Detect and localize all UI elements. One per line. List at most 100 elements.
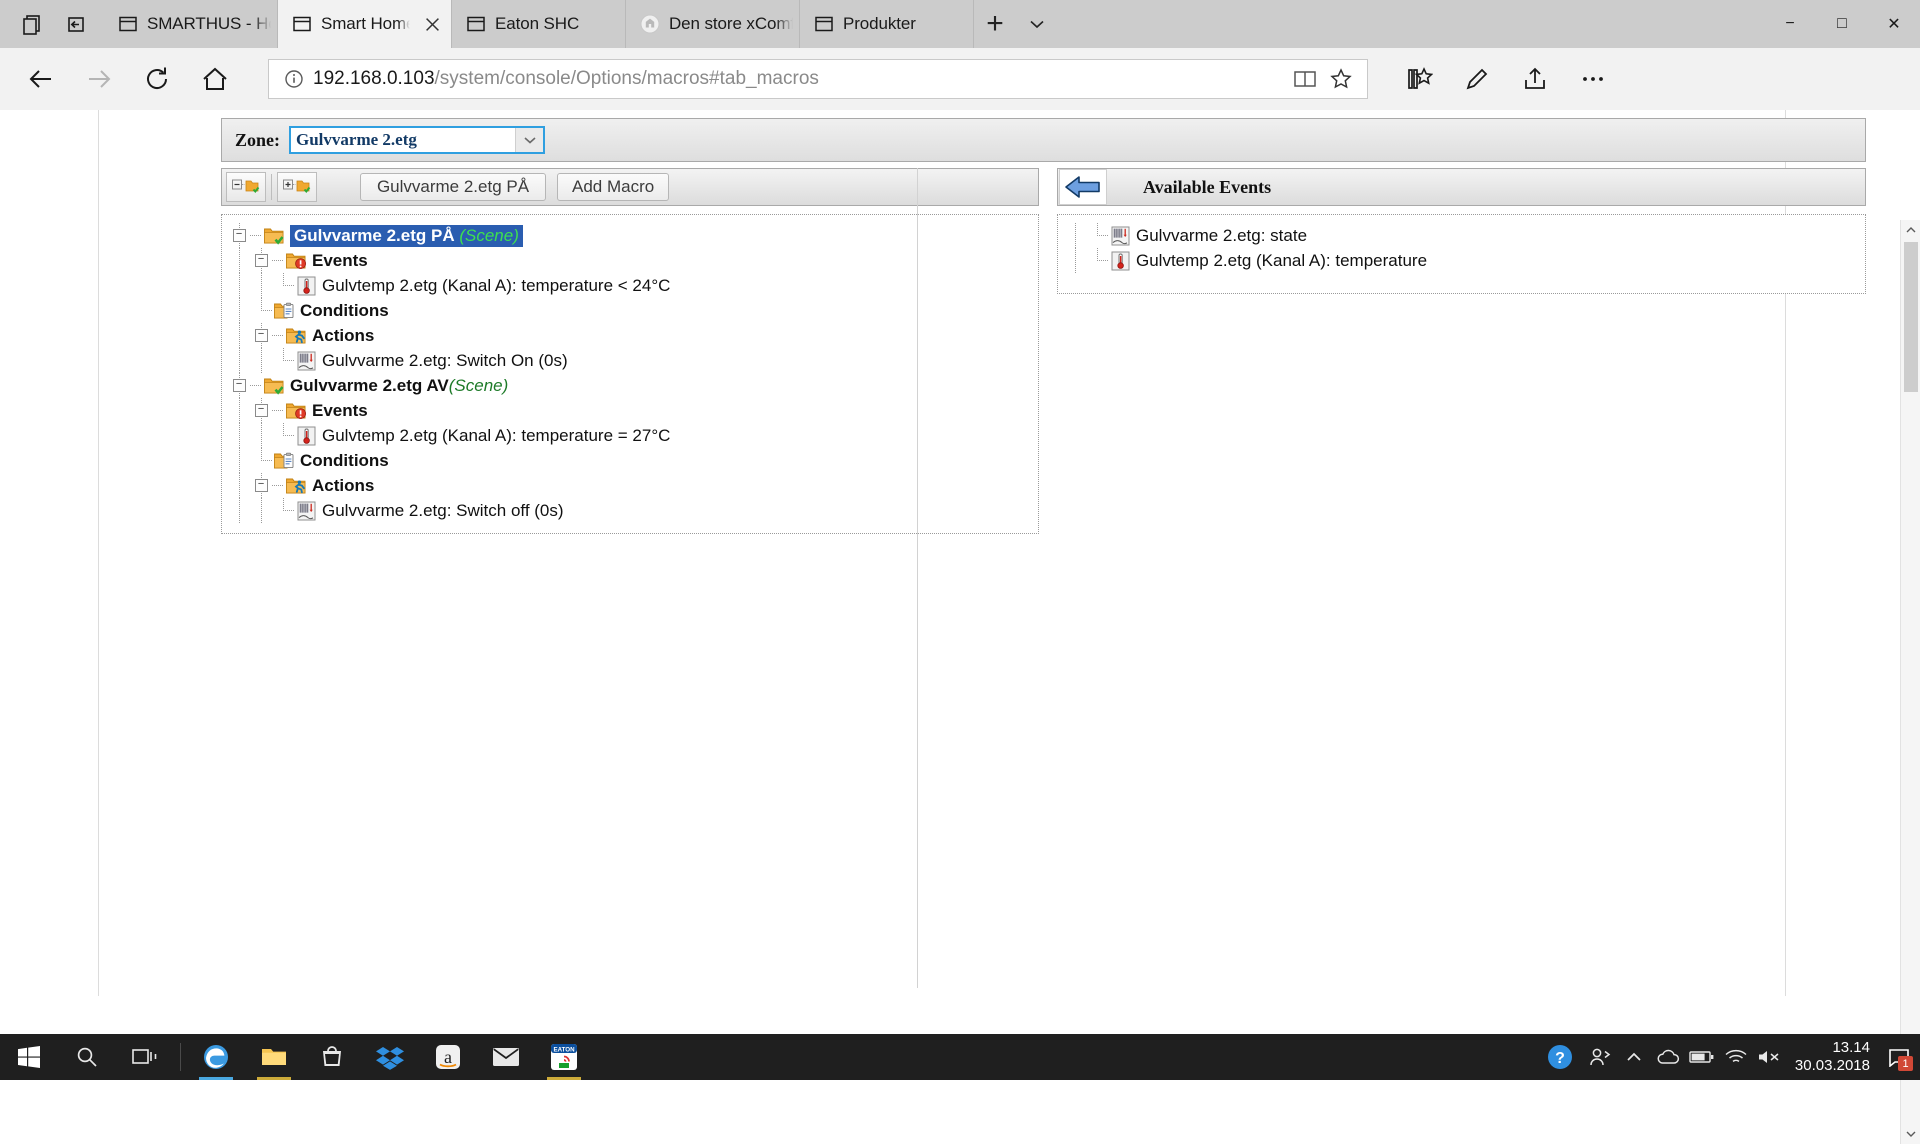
tree-node-label: Gulvvarme 2.etg PÅ (Scene) [290, 224, 523, 247]
set-tabs-aside-icon[interactable] [10, 2, 54, 46]
make-a-note-icon[interactable] [1448, 50, 1506, 108]
events-folder-icon [284, 398, 308, 423]
events-folder-icon [284, 248, 308, 273]
tree-guide [272, 323, 284, 348]
tab-title: Smart Home Controlle [321, 14, 410, 33]
collapse-node-icon[interactable]: − [250, 398, 272, 423]
browser-tab[interactable]: SMARTHUS - Home Auton [104, 0, 278, 48]
browser-tab[interactable]: Smart Home Controlle [278, 0, 452, 48]
collapse-node-icon[interactable]: − [228, 373, 250, 398]
available-event-label: Gulvvarme 2.etg: state [1136, 225, 1308, 245]
collapse-node-icon[interactable]: − [250, 323, 272, 348]
tree-guide [272, 473, 284, 498]
tree-node-scene[interactable]: − Gulvvarme 2.etg AV (Scene) [228, 373, 1032, 398]
collapse-node-icon[interactable]: − [250, 248, 272, 273]
blue-left-arrow-icon[interactable] [1059, 169, 1107, 205]
restore-tabs-aside-icon[interactable] [54, 2, 98, 46]
page-scrollbar[interactable] [1900, 220, 1920, 1144]
scroll-up-icon[interactable] [1901, 220, 1920, 240]
task-view-icon[interactable] [116, 1034, 174, 1080]
tree-guide [228, 323, 250, 348]
volume-mute-icon[interactable] [1753, 1034, 1787, 1080]
hub-favorites-icon[interactable] [1390, 50, 1448, 108]
eaton-shc-icon[interactable]: EATON [535, 1034, 593, 1080]
back-arrow-icon[interactable] [12, 50, 70, 108]
tree-node-leaf[interactable]: Gulvvarme 2.etg: Switch off (0s) [228, 498, 1032, 523]
file-explorer-icon[interactable] [245, 1034, 303, 1080]
close-button[interactable]: ✕ [1868, 0, 1920, 48]
window-icon [292, 14, 312, 34]
more-options-icon[interactable] [1564, 50, 1622, 108]
collapse-all-folder-icon[interactable] [226, 172, 266, 202]
amazon-icon[interactable]: a [419, 1034, 477, 1080]
search-icon[interactable] [58, 1034, 116, 1080]
wifi-icon[interactable] [1719, 1034, 1753, 1080]
svg-text:a: a [444, 1047, 452, 1067]
available-event-item[interactable]: Gulvvarme 2.etg: state [1064, 223, 1859, 248]
page-viewport: Zone: Gulvvarme 2.etg Gulvvarme 2.etg PÅ… [0, 110, 1920, 1144]
tree-node-label: Events [312, 400, 368, 420]
tree-node-leaf[interactable]: Gulvtemp 2.etg (Kanal A): temperature = … [228, 423, 1032, 448]
scrollbar-thumb[interactable] [1904, 242, 1918, 392]
home-icon[interactable] [186, 50, 244, 108]
chevron-down-icon[interactable] [515, 128, 543, 152]
available-event-item[interactable]: Gulvtemp 2.etg (Kanal A): temperature [1064, 248, 1859, 273]
tab-title: SMARTHUS - Home Auton [147, 14, 271, 33]
edge-icon[interactable] [187, 1034, 245, 1080]
available-events-list[interactable]: Gulvvarme 2.etg: state Gulvtemp 2.etg (Ka… [1057, 214, 1866, 294]
available-events-header: Available Events [1057, 168, 1866, 206]
microsoft-store-icon[interactable] [303, 1034, 361, 1080]
home-shield-icon [640, 14, 660, 34]
pane-divider [917, 168, 918, 988]
tree-node-group[interactable]: − Actions [228, 473, 1032, 498]
taskbar-clock[interactable]: 13.14 30.03.2018 [1787, 1034, 1882, 1080]
people-icon[interactable] [1583, 1034, 1617, 1080]
forward-arrow-icon[interactable] [70, 50, 128, 108]
scroll-down-icon[interactable] [1901, 1124, 1920, 1144]
cloud-icon[interactable] [1651, 1034, 1685, 1080]
mail-icon[interactable] [477, 1034, 535, 1080]
dropbox-icon[interactable] [361, 1034, 419, 1080]
browser-tab[interactable]: Produkter [800, 0, 974, 48]
taskbar-divider [180, 1043, 181, 1071]
reading-view-icon[interactable] [1287, 61, 1323, 97]
refresh-icon[interactable] [128, 50, 186, 108]
help-circle-icon[interactable]: ? [1537, 1034, 1583, 1080]
browser-tab[interactable]: Den store xComfort-Sensi [626, 0, 800, 48]
tree-node-label: Gulvvarme 2.etg: Switch off (0s) [322, 500, 564, 520]
share-icon[interactable] [1506, 50, 1564, 108]
new-tab-button[interactable]: + [974, 0, 1016, 48]
tab-title: Produkter [843, 14, 916, 33]
zone-select[interactable]: Gulvvarme 2.etg [289, 126, 545, 154]
tree-node-scene[interactable]: − Gulvvarme 2.etg PÅ (Scene) [228, 223, 1032, 248]
tree-node-group[interactable]: − Events [228, 248, 1032, 273]
selected-macro-button[interactable]: Gulvvarme 2.etg PÅ [360, 173, 546, 201]
info-icon[interactable] [279, 64, 309, 94]
chevron-up-icon[interactable] [1617, 1034, 1651, 1080]
notification-icon[interactable]: 1 [1882, 1034, 1916, 1080]
tree-node-label: Gulvvarme 2.etg AV [290, 375, 449, 395]
chevron-down-icon[interactable] [1016, 0, 1058, 48]
tree-node-group[interactable]: − Events [228, 398, 1032, 423]
tree-guide [250, 273, 272, 298]
maximize-button[interactable]: □ [1816, 0, 1868, 48]
tree-node-group[interactable]: Conditions [228, 448, 1032, 473]
tree-node-group[interactable]: − Actions [228, 323, 1032, 348]
add-macro-button[interactable]: Add Macro [557, 173, 670, 201]
collapse-node-icon[interactable]: − [228, 223, 250, 248]
expand-all-folder-icon[interactable] [277, 172, 317, 202]
thermometer-icon [294, 273, 318, 298]
tree-node-leaf[interactable]: Gulvvarme 2.etg: Switch On (0s) [228, 348, 1032, 373]
battery-icon[interactable] [1685, 1034, 1719, 1080]
address-bar[interactable]: 192.168.0.103/system/console/Options/mac… [268, 59, 1368, 99]
browser-tab[interactable]: Eaton SHC [452, 0, 626, 48]
tree-node-leaf[interactable]: Gulvtemp 2.etg (Kanal A): temperature < … [228, 273, 1032, 298]
collapse-node-icon[interactable]: − [250, 473, 272, 498]
close-icon[interactable] [419, 11, 445, 37]
tree-node-label: Actions [312, 325, 375, 345]
tree-node-group[interactable]: Conditions [228, 298, 1032, 323]
windows-start-icon[interactable] [0, 1034, 58, 1080]
minimize-button[interactable]: − [1764, 0, 1816, 48]
tabs-container: SMARTHUS - Home Auton Smart Home Controll… [104, 0, 974, 48]
star-icon[interactable] [1323, 61, 1359, 97]
